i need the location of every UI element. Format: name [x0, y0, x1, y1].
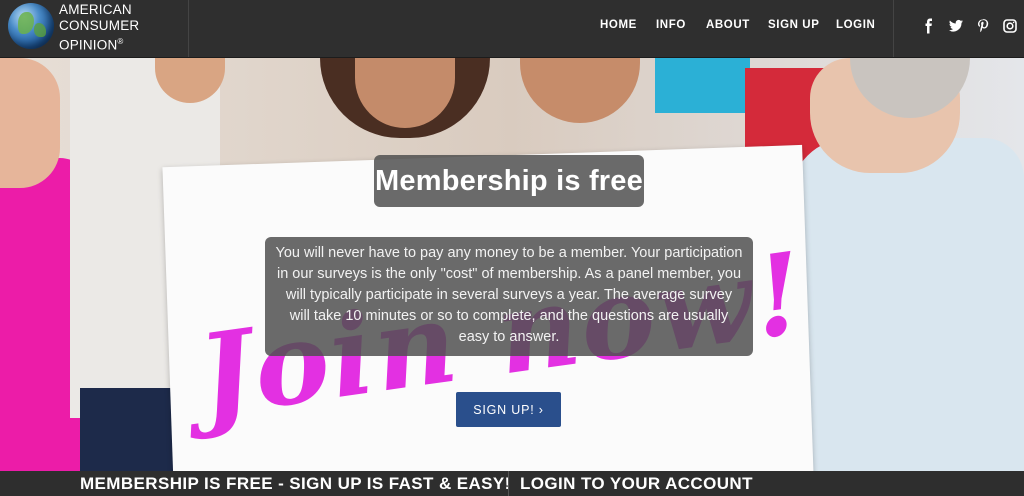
hero-heading: Membership is free [375, 164, 643, 197]
twitter-icon[interactable] [948, 18, 964, 34]
logo-line-1: AMERICAN [59, 2, 132, 17]
nav-info[interactable]: INFO [656, 19, 686, 31]
hero-photo-person [790, 138, 1024, 471]
hero-photo-person [0, 58, 60, 188]
nav-about[interactable]: ABOUT [706, 19, 750, 31]
site-logo[interactable]: AMERICAN CONSUMER OPINION® [8, 2, 188, 54]
hero-section: Join now! Membership is free You will ne… [0, 58, 1024, 471]
nav-login[interactable]: LOGIN [836, 19, 875, 31]
pinterest-icon[interactable] [975, 18, 991, 34]
instagram-icon[interactable] [1002, 18, 1018, 34]
nav-divider [188, 0, 189, 57]
bottom-divider [508, 471, 509, 496]
hero-photo-person [655, 58, 750, 113]
registered-mark: ® [117, 37, 124, 46]
membership-free-link[interactable]: MEMBERSHIP IS FREE - SIGN UP IS FAST & E… [80, 474, 511, 494]
hero-photo-person [520, 58, 640, 123]
logo-text: AMERICAN CONSUMER OPINION® [59, 2, 139, 54]
nav-home[interactable]: HOME [600, 19, 637, 31]
logo-line-2: CONSUMER [59, 18, 140, 33]
logo-line-3: OPINION [59, 37, 118, 53]
bottom-bar: MEMBERSHIP IS FREE - SIGN UP IS FAST & E… [0, 471, 1024, 496]
sign-up-button[interactable]: SIGN UP! › [456, 392, 561, 427]
login-account-link[interactable]: LOGIN TO YOUR ACCOUNT [520, 474, 753, 494]
nav-sign-up[interactable]: SIGN UP [768, 19, 820, 31]
hero-description: You will never have to pay any money to … [275, 245, 743, 345]
nav-divider [893, 0, 894, 57]
facebook-icon[interactable] [921, 18, 937, 34]
hero-heading-box: Membership is free [374, 155, 644, 207]
top-navbar: AMERICAN CONSUMER OPINION® HOME INFO ABO… [0, 0, 1024, 58]
hero-description-box: You will never have to pay any money to … [265, 237, 753, 356]
globe-icon [8, 3, 54, 49]
